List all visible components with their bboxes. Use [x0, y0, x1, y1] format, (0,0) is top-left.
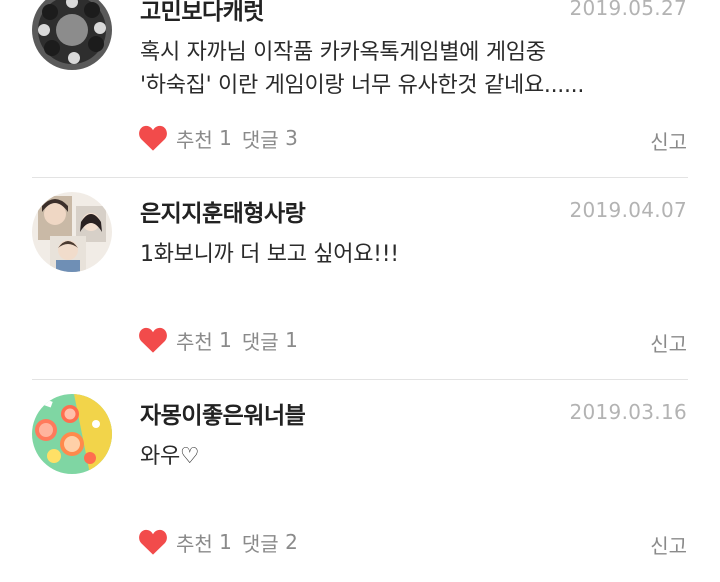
like-count: 1: [219, 126, 232, 150]
comment-date: 2019.03.16: [569, 400, 687, 424]
reply-label[interactable]: 댓글: [242, 124, 279, 153]
like-label[interactable]: 추천: [176, 528, 213, 557]
like-count: 1: [219, 328, 232, 352]
heart-icon[interactable]: [138, 528, 168, 556]
like-count: 1: [219, 530, 232, 554]
comment-body: 1화보니까 더 보고 싶어요!!!: [140, 238, 700, 271]
comment-body: 혹시 자까님 이작품 카카옥톡게임별에 게임중 '하숙집' 이란 게임이랑 너무…: [140, 36, 700, 102]
comment-line: '하숙집' 이란 게임이랑 너무 유사한것 같네요......: [140, 73, 585, 98]
comment-body: 와우♡: [140, 440, 700, 473]
comment-author[interactable]: 고민보다캐럿: [140, 0, 264, 26]
reply-count: 3: [285, 126, 298, 150]
comment-meta: 추천 1 댓글 1: [138, 323, 298, 357]
report-button[interactable]: 신고: [650, 530, 687, 559]
group-photo-avatar-icon[interactable]: [32, 0, 112, 70]
like-label[interactable]: 추천: [176, 326, 213, 355]
comment-line: 혹시 자까님 이작품 카카옥톡게임별에 게임중: [140, 40, 546, 65]
comment-date: 2019.04.07: [569, 198, 687, 222]
comment-author[interactable]: 은지지훈태형사랑: [140, 194, 306, 228]
comment-meta: 추천 1 댓글 2: [138, 525, 298, 559]
grapefruit-photo-avatar-icon[interactable]: [32, 394, 112, 474]
reply-label[interactable]: 댓글: [242, 528, 279, 557]
like-label[interactable]: 추천: [176, 124, 213, 153]
comment-list: 고민보다캐럿 2019.05.27 혹시 자까님 이작품 카카옥톡게임별에 게임…: [0, 0, 720, 582]
reply-count: 1: [285, 328, 298, 352]
comment-item: 고민보다캐럿 2019.05.27 혹시 자까님 이작품 카카옥톡게임별에 게임…: [0, 0, 720, 178]
collage-photo-avatar-icon[interactable]: [32, 192, 112, 272]
report-button[interactable]: 신고: [650, 126, 687, 155]
heart-icon[interactable]: [138, 326, 168, 354]
comment-item: 은지지훈태형사랑 2019.04.07 1화보니까 더 보고 싶어요!!! 추천…: [0, 178, 720, 380]
heart-icon[interactable]: [138, 124, 168, 152]
reply-label[interactable]: 댓글: [242, 326, 279, 355]
report-button[interactable]: 신고: [650, 328, 687, 357]
comment-line: 와우♡: [140, 444, 200, 469]
comment-author[interactable]: 자몽이좋은워너블: [140, 396, 306, 430]
comment-item: 자몽이좋은워너블 2019.03.16 와우♡ 추천 1 댓글 2 신고: [0, 380, 720, 582]
reply-count: 2: [285, 530, 298, 554]
comment-line: 1화보니까 더 보고 싶어요!!!: [140, 242, 399, 267]
comment-meta: 추천 1 댓글 3: [138, 121, 298, 155]
comment-date: 2019.05.27: [569, 0, 687, 20]
